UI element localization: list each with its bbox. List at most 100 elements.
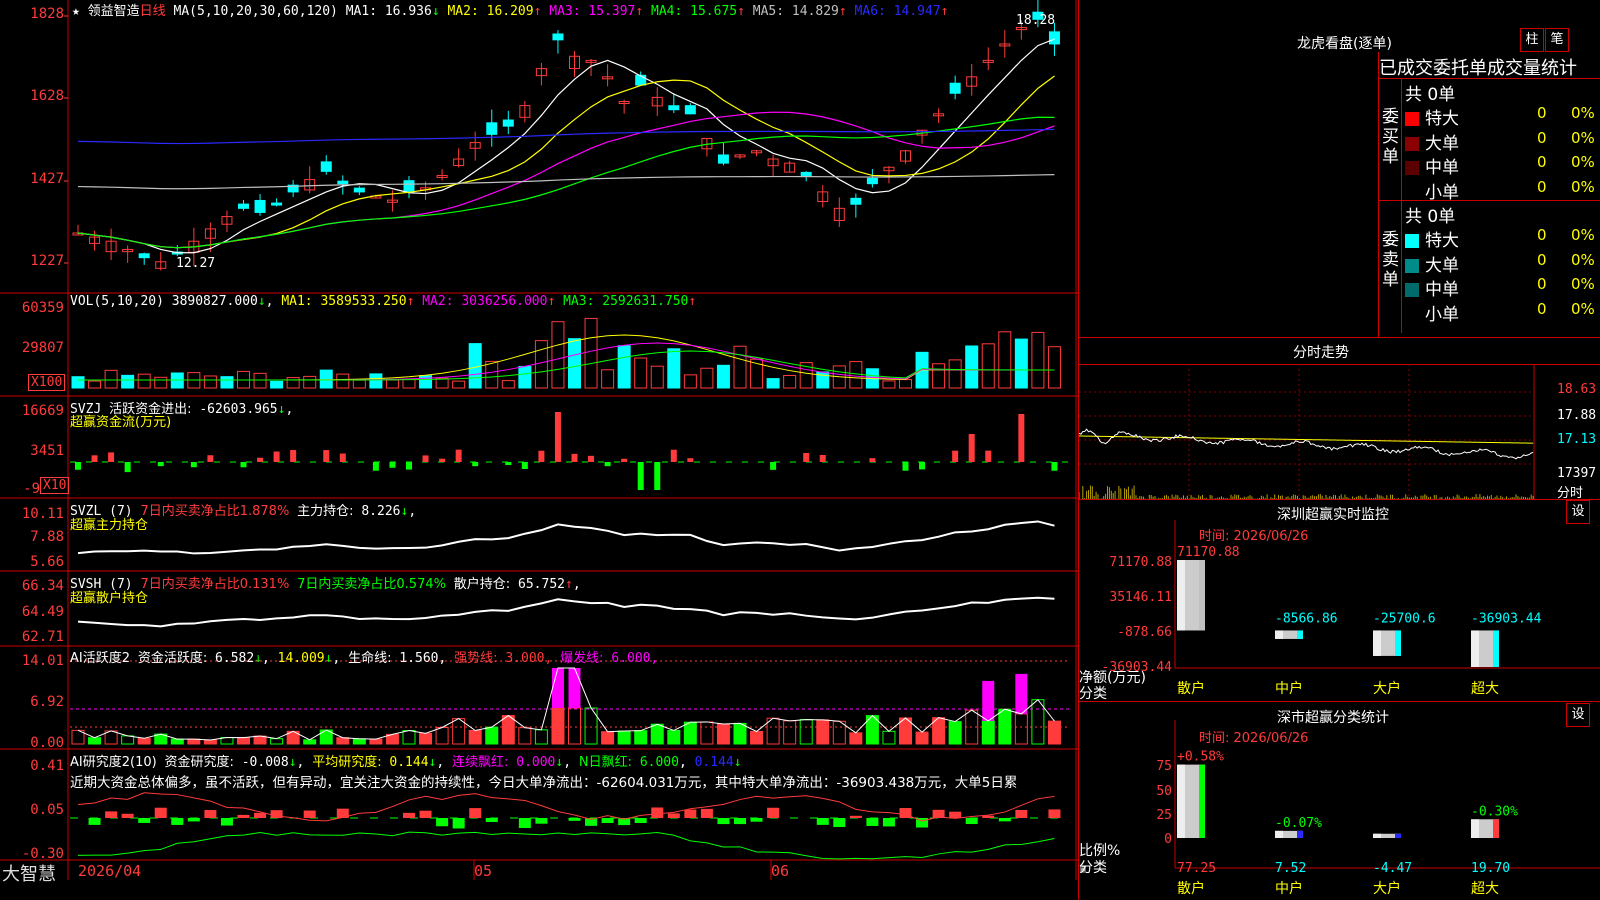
ma-label: MA1: — [345, 4, 385, 19]
svzj-value: -62603.965 — [199, 402, 278, 417]
category-bar-accent — [1395, 630, 1401, 656]
activity-bar — [419, 732, 433, 745]
svzj-bar — [604, 462, 611, 467]
intraday-chart[interactable] — [1079, 364, 1600, 499]
svzj-bar — [190, 462, 197, 468]
buy-row-pct: 0% — [1571, 104, 1595, 122]
svzj-bar — [240, 462, 247, 468]
svzj-bar — [1051, 462, 1058, 471]
change-label: -0.30% — [1471, 804, 1518, 819]
sell-row-name: 特大 — [1425, 231, 1459, 251]
research-bar — [469, 808, 482, 818]
volume-bar — [485, 360, 499, 389]
candle-body — [949, 82, 961, 94]
candle-body — [254, 199, 266, 213]
candle-body — [800, 171, 812, 176]
ai-active-header: AI活跃度2 资金活跃度: 6.582↓, 14.009↓, 生命线: 1.56… — [70, 651, 659, 666]
svsh-tick: 66.34 — [21, 578, 64, 594]
sell-row-name: 小单 — [1425, 304, 1459, 325]
activity-bar — [303, 739, 317, 745]
svzj-bar — [455, 449, 462, 462]
svzj-bar — [108, 452, 115, 462]
volume-bar — [501, 380, 515, 389]
volume-bar — [336, 373, 350, 389]
category-bar-highlight — [1471, 819, 1479, 838]
intraday-price-line — [1079, 428, 1534, 460]
svzj-tick: 16669 — [21, 403, 64, 419]
ai-active-tick: 0.00 — [30, 735, 64, 751]
buy-row: 小单 0 0% — [1405, 178, 1600, 203]
bar-mode-button[interactable]: 柱 — [1520, 28, 1544, 52]
buy-count: 共 0单 — [1405, 85, 1456, 105]
research-bar — [767, 807, 780, 818]
volume-bar — [882, 380, 896, 389]
research-bar — [816, 818, 829, 825]
sell-row: 中单 0 0% — [1405, 275, 1600, 300]
sz-class-xlabel: 分类 — [1079, 860, 1107, 876]
candle-body — [337, 180, 349, 185]
activity-bar — [551, 707, 565, 745]
red-value: 0.000 — [516, 755, 556, 770]
activity-bar — [270, 738, 284, 745]
sell-row-count: 0 — [1537, 299, 1547, 318]
volume-bar — [253, 372, 267, 389]
activity-bar — [121, 735, 135, 745]
research-bar — [105, 811, 118, 818]
category-bar-highlight — [1373, 630, 1381, 656]
activity-bar — [882, 730, 896, 745]
ma-label: MA3: — [541, 4, 589, 19]
sell-row-pct: 0% — [1571, 226, 1595, 244]
svzj-bar — [869, 458, 876, 462]
svzl-tick: 7.88 — [30, 529, 64, 545]
buy-row-name: 特大 — [1425, 109, 1459, 129]
research-bar — [1015, 809, 1028, 818]
legend-swatch — [1405, 136, 1419, 151]
svzj-bar — [75, 462, 81, 470]
stock-name[interactable]: 领益智造 — [88, 4, 140, 19]
activity-bar — [137, 737, 151, 745]
ma-arrow: ↑ — [940, 4, 949, 19]
volume-bar — [568, 338, 581, 389]
ma-arrow: ↑ — [635, 4, 644, 19]
activity-bar — [700, 721, 714, 745]
ma-arrow: ↑ — [737, 4, 745, 19]
activity-bar — [601, 731, 615, 745]
category-label: 散户 — [1177, 880, 1205, 897]
svzj-bar — [406, 462, 412, 470]
category-bar-accent — [1297, 830, 1303, 838]
avg-label: 平均研究度: — [312, 755, 382, 770]
activity-bar — [1031, 699, 1045, 745]
svzj-bar — [952, 450, 959, 462]
category-label: 超大 — [1471, 881, 1499, 897]
strong-label: 强势线: — [454, 651, 498, 666]
svzj-bar — [372, 462, 379, 471]
candle-body — [403, 180, 415, 193]
sz-monitor-chart[interactable]: 71170.88 35146.11 -878.66 -36903.44 71170.88… — [1079, 500, 1600, 700]
sell-row-count: 0 — [1537, 250, 1547, 269]
svzj-unit-badge: X10 — [40, 477, 70, 494]
volume-bar — [154, 376, 168, 389]
pen-mode-button[interactable]: 笔 — [1545, 28, 1569, 52]
category-label: 中户 — [1275, 880, 1303, 897]
volume-bar — [716, 364, 730, 389]
candle-body — [320, 161, 332, 172]
category-bar-accent — [1493, 819, 1499, 838]
research-bar — [518, 818, 531, 828]
kline-chart-area[interactable]: ★ 领益智造日线 MA(5,10,20,30,60,120) MA1: 16.9… — [0, 0, 1086, 900]
vol-ma-values: MA1: 3589533.250↑ MA2: 3036256.000↑ MA3:… — [281, 294, 696, 309]
svzj-bar — [687, 458, 694, 462]
ai-active-v1: 6.582 — [215, 651, 255, 666]
category-bar-highlight — [1275, 630, 1283, 639]
category-bar-accent — [1493, 630, 1499, 667]
chart-y-tick: 75 — [1156, 759, 1172, 774]
research-bar — [452, 818, 465, 829]
research-bar — [254, 812, 267, 818]
sz-class-chart[interactable]: 75 50 25 0 77.25 散户 7.52 中户 -4.47 大户 19.70 超大 +0.58%… — [1079, 700, 1600, 900]
intraday-tick: 17397 — [1557, 466, 1597, 481]
activity-bar — [1047, 720, 1061, 745]
period-label[interactable]: 日线 — [140, 4, 166, 19]
ma-label: MA2: — [439, 4, 487, 19]
activity-burst-bar — [1015, 673, 1028, 714]
svzj-bar — [1018, 414, 1025, 462]
candle-body — [353, 187, 365, 193]
